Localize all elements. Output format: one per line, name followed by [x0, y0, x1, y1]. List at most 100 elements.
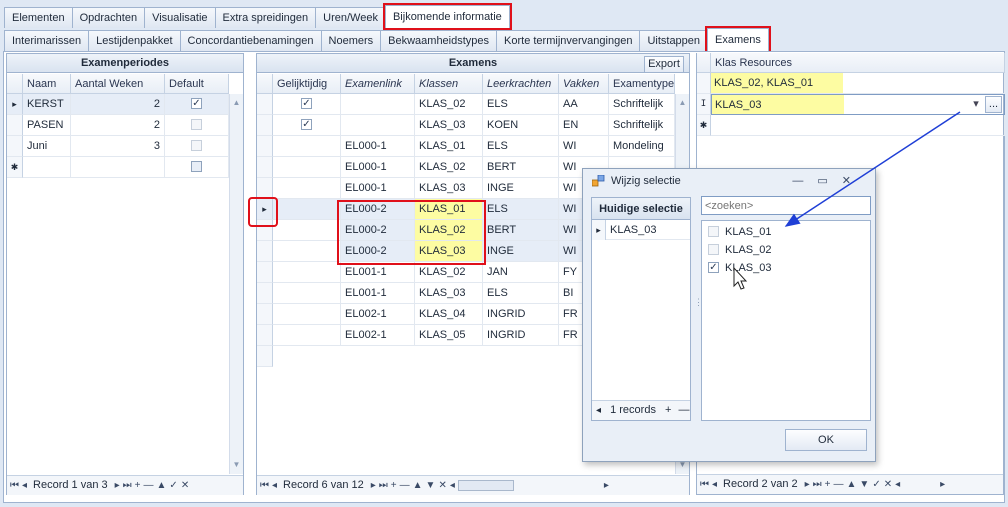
- edit-selection-button[interactable]: ...: [985, 96, 1002, 113]
- tab-concordantiebenamingen[interactable]: Concordantiebenamingen: [179, 30, 322, 51]
- maximize-icon[interactable]: ▭: [817, 175, 841, 187]
- nav-scroll-right-icon[interactable]: ▸: [940, 475, 945, 494]
- tab-lestijdenpakket[interactable]: Lestijdenpakket: [88, 30, 181, 51]
- table-cell-gelijktijdig[interactable]: ✓: [273, 115, 341, 136]
- nav-prev-icon[interactable]: ◂: [22, 476, 27, 495]
- table-cell-leerkrachten[interactable]: INGRID: [483, 325, 559, 346]
- nav-next-icon[interactable]: ▸: [115, 476, 120, 495]
- table-cell-vakken[interactable]: AA: [559, 94, 609, 115]
- checkbox-checked[interactable]: ✓: [191, 97, 202, 109]
- dropdown-icon[interactable]: ▾: [968, 96, 984, 113]
- table-cell-examenlink[interactable]: [341, 94, 415, 115]
- col-leerkrachten[interactable]: Leerkrachten: [483, 74, 559, 94]
- nav-up-icon[interactable]: ▲: [157, 476, 167, 495]
- table-cell-gelijktijdig[interactable]: [273, 136, 341, 157]
- table-cell-examenlink[interactable]: EL000-1: [341, 178, 415, 199]
- table-cell-klassen[interactable]: KLAS_03: [415, 283, 483, 304]
- tab-korte-termijnvervangingen[interactable]: Korte termijnvervangingen: [496, 30, 641, 51]
- table-cell-gelijktijdig[interactable]: [273, 157, 341, 178]
- current-selection-item[interactable]: KLAS_03: [606, 220, 690, 240]
- table-cell-leerkrachten[interactable]: BERT: [483, 220, 559, 241]
- table-cell-gelijktijdig[interactable]: [273, 199, 341, 220]
- klas-resources-editor[interactable]: KLAS_03 ▾ ...: [711, 94, 1005, 115]
- nav-cancel-icon[interactable]: ✕: [438, 476, 446, 495]
- nav-next-icon[interactable]: ▸: [805, 475, 810, 494]
- table-cell-examenlink[interactable]: EL002-1: [341, 325, 415, 346]
- table-cell-leerkrachten[interactable]: ELS: [483, 136, 559, 157]
- option-item[interactable]: KLAS_02: [708, 241, 771, 259]
- tab-bekwaamheidstypes[interactable]: Bekwaamheidstypes: [380, 30, 498, 51]
- nav-add-icon[interactable]: +: [391, 476, 397, 495]
- nav-first-icon[interactable]: ⏮: [700, 475, 709, 494]
- tab-bijkomende-informatie[interactable]: Bijkomende informatie: [382, 3, 512, 30]
- checkbox-checked[interactable]: ✓: [708, 261, 719, 273]
- table-cell-leerkrachten[interactable]: ELS: [483, 94, 559, 115]
- table-cell-examenlink[interactable]: EL001-1: [341, 283, 415, 304]
- nav-scroll-left-icon[interactable]: ◂: [450, 476, 455, 495]
- table-cell-klassen[interactable]: KLAS_05: [415, 325, 483, 346]
- nav-cancel-icon[interactable]: ✕: [181, 476, 189, 495]
- tab-uren-week[interactable]: Uren/Week: [315, 7, 386, 28]
- splitter-handle[interactable]: ⋮: [694, 298, 703, 319]
- checkbox-checked[interactable]: ✓: [301, 97, 312, 109]
- table-cell-naam[interactable]: KERST: [23, 94, 71, 115]
- table-cell-klassen[interactable]: KLAS_04: [415, 304, 483, 325]
- checkbox-unchecked[interactable]: [191, 118, 202, 130]
- vertical-scrollbar[interactable]: ▲ ▼: [229, 94, 243, 474]
- nav-add-icon[interactable]: +: [135, 476, 141, 495]
- nav-prev-icon[interactable]: ◂: [712, 475, 717, 494]
- table-cell-naam[interactable]: PASEN: [23, 115, 71, 136]
- nav-delete-icon[interactable]: —: [834, 475, 844, 494]
- scroll-down-icon[interactable]: ▼: [230, 458, 243, 471]
- option-item[interactable]: KLAS_01: [708, 223, 771, 241]
- table-cell-gelijktijdig[interactable]: [273, 325, 341, 346]
- nav-last-icon[interactable]: ⏭: [813, 475, 822, 494]
- tab-uitstappen[interactable]: Uitstappen: [639, 30, 709, 51]
- table-cell-weken[interactable]: 2: [71, 115, 165, 136]
- klas-resources-cell[interactable]: KLAS_02, KLAS_01: [711, 73, 1005, 94]
- tab-opdrachten[interactable]: Opdrachten: [71, 7, 146, 28]
- scroll-up-icon[interactable]: ▲: [230, 96, 243, 109]
- nav-cancel-icon[interactable]: ✕: [884, 475, 892, 494]
- horizontal-scrollbar[interactable]: [457, 479, 514, 491]
- table-cell-examentype[interactable]: Mondeling: [609, 136, 675, 157]
- checkbox-unchecked[interactable]: [191, 139, 202, 151]
- table-cell-examenlink[interactable]: EL000-1: [341, 157, 415, 178]
- table-cell-examenlink[interactable]: [341, 115, 415, 136]
- table-cell-default[interactable]: [165, 115, 229, 136]
- table-cell-gelijktijdig[interactable]: [273, 220, 341, 241]
- ok-button[interactable]: OK: [785, 429, 867, 451]
- table-cell-klassen[interactable]: KLAS_02: [415, 94, 483, 115]
- table-cell-gelijktijdig[interactable]: [273, 262, 341, 283]
- nav-first-icon[interactable]: ⏮: [260, 476, 269, 495]
- col-naam[interactable]: Naam: [23, 74, 71, 94]
- nav-last-icon[interactable]: ⏭: [379, 476, 388, 495]
- nav-last-icon[interactable]: ⏭: [123, 476, 132, 495]
- new-row-cell[interactable]: [71, 157, 165, 178]
- table-cell-leerkrachten[interactable]: INGRID: [483, 304, 559, 325]
- option-item[interactable]: ✓ KLAS_03: [708, 259, 771, 277]
- table-cell-naam[interactable]: Juni: [23, 136, 71, 157]
- nav-first-icon[interactable]: ⏮: [10, 476, 19, 495]
- table-cell-examenlink[interactable]: EL001-1: [341, 262, 415, 283]
- nav-up-icon[interactable]: ▲: [413, 476, 423, 495]
- col-examentype[interactable]: Examentype: [609, 74, 675, 94]
- table-cell-klassen[interactable]: KLAS_03: [415, 178, 483, 199]
- nav-up-icon[interactable]: ▲: [847, 475, 857, 494]
- table-cell-default[interactable]: ✓: [165, 94, 229, 115]
- table-cell-vakken[interactable]: EN: [559, 115, 609, 136]
- new-row-cell[interactable]: [165, 157, 229, 178]
- search-input[interactable]: [701, 196, 871, 215]
- table-cell-klassen[interactable]: KLAS_03: [415, 115, 483, 136]
- nav-prev-icon[interactable]: ◂: [272, 476, 277, 495]
- scroll-up-icon[interactable]: ▲: [676, 96, 689, 109]
- nav-add-icon[interactable]: +: [825, 475, 831, 494]
- tab-interimarissen[interactable]: Interimarissen: [4, 30, 90, 51]
- col-examenlink[interactable]: Examenlink: [341, 74, 415, 94]
- nav-scroll-left-icon[interactable]: ◂: [895, 475, 900, 494]
- table-cell-gelijktijdig[interactable]: [273, 178, 341, 199]
- nav-delete-icon[interactable]: —: [144, 476, 154, 495]
- minimize-icon[interactable]: —: [792, 175, 817, 187]
- export-button[interactable]: Export: [644, 56, 684, 73]
- nav-delete-icon[interactable]: —: [400, 476, 410, 495]
